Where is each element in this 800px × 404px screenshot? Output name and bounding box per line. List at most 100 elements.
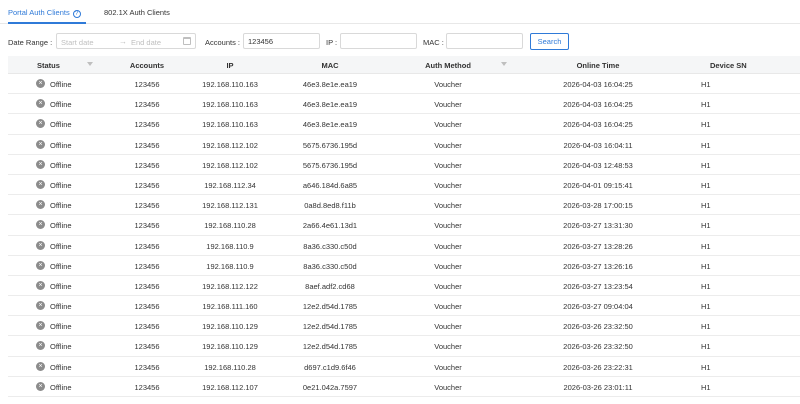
cell-online-time: 2026-04-03 16:04:25 [563, 80, 633, 89]
offline-x-icon: × [36, 79, 45, 88]
status-filter-icon[interactable] [87, 62, 93, 66]
table-row[interactable]: × Offline 123456 192.168.112.131 0a8d.8ed8.f… [8, 195, 800, 216]
cell-online-time: 2026-03-27 09:04:04 [563, 302, 633, 312]
search-button[interactable]: Search [530, 33, 569, 50]
cell-auth-method: Voucher [434, 140, 462, 150]
cell-online-time: 2026-03-26 23:32:50 [563, 342, 633, 352]
cell-online-time: 2026-03-27 13:31:30 [563, 221, 633, 231]
cell-device-sn: H1 [701, 120, 711, 130]
cell-ip: 192.168.112.107 [202, 382, 258, 392]
ip-label: IP : [326, 38, 338, 47]
cell-status: Offline [50, 201, 72, 211]
table-row[interactable]: × Offline 123456 192.168.110.9 8a36.c330.c50… [8, 236, 800, 256]
header-online-time: Online Time [576, 61, 620, 70]
offline-x-icon: × [36, 200, 45, 210]
table-row[interactable]: × Offline 123456 192.168.112.122 8aef.adf2.c… [8, 276, 800, 297]
header-mac: MAC [321, 61, 339, 70]
table-row[interactable]: × Offline 123456 192.168.112.107 0e21.042a.7… [8, 377, 800, 397]
table-row[interactable]: × Offline 123456 192.168.110.9 8a36.c330.c50… [8, 256, 800, 276]
table-row[interactable]: × Offline 123456 192.168.112.102 5675.6736.1… [8, 155, 800, 175]
cell-ip: 192.168.111.160 [202, 302, 258, 312]
cell-mac: 12e2.d54d.1785 [302, 322, 358, 332]
cell-ip: 192.168.110.163 [202, 100, 258, 110]
cell-online-time: 2026-04-03 16:04:25 [563, 120, 633, 130]
cell-auth-method: Voucher [434, 302, 462, 312]
cell-device-sn: H1 [701, 302, 711, 312]
tab-8021x-auth-clients[interactable]: 802.1X Auth Clients [104, 8, 170, 17]
active-tab-indicator [8, 22, 86, 24]
offline-x-icon: × [36, 99, 45, 109]
cell-online-time: 2026-03-27 13:23:54 [563, 281, 633, 291]
cell-ip: 192.168.112.102 [202, 140, 258, 150]
table-row[interactable]: × Offline 123456 192.168.110.129 12e2.d54d.1… [8, 336, 800, 357]
table-row[interactable]: × Offline 123456 192.168.110.129 12e2.d54d.1… [8, 316, 800, 337]
cell-mac: 0a8d.8ed8.f11b [304, 201, 356, 211]
header-device-sn: Device SN [710, 61, 747, 70]
cell-device-sn: H1 [701, 281, 711, 291]
cell-accounts: 123456 [134, 100, 160, 110]
cell-accounts: 123456 [134, 382, 160, 392]
cell-status: Offline [50, 281, 72, 291]
cell-status: Offline [50, 362, 72, 372]
cell-auth-method: Voucher [434, 362, 462, 372]
start-date-placeholder: Start date [61, 38, 94, 47]
header-ip: IP [226, 61, 234, 70]
offline-x-icon: × [36, 139, 45, 149]
cell-ip: 192.168.110.9 [206, 261, 254, 271]
cell-ip: 192.168.110.28 [204, 362, 256, 372]
help-circle-icon[interactable]: ? [72, 10, 81, 18]
cell-auth-method: Voucher [434, 261, 462, 271]
cell-online-time: 2026-03-26 23:32:50 [563, 322, 633, 332]
ip-input[interactable] [340, 33, 417, 49]
cell-online-time: 2026-04-03 16:04:25 [563, 100, 633, 110]
table-row[interactable]: × Offline 123456 192.168.112.102 5675.6736.1… [8, 135, 800, 155]
cell-auth-method: Voucher [434, 180, 462, 190]
cell-mac: 12e2.d54d.1785 [302, 302, 358, 312]
cell-online-time: 2026-04-01 09:15:41 [563, 180, 633, 190]
cell-accounts: 123456 [134, 241, 160, 251]
tab-label: Portal Auth Clients [8, 8, 70, 17]
header-accounts: Accounts [129, 61, 165, 70]
cell-auth-method: Voucher [434, 221, 462, 231]
table-row[interactable]: × Offline 123456 192.168.112.34 a646.184d.6a… [8, 175, 800, 196]
cell-auth-method: Voucher [434, 120, 462, 130]
cell-online-time: 2026-04-03 16:04:11 [563, 140, 633, 150]
cell-mac: 5675.6736.195d [302, 140, 358, 150]
table-row[interactable]: × Offline 123456 192.168.110.163 46e3.8e1e.e… [8, 94, 800, 115]
table-row[interactable]: × Offline 123456 192.168.110.163 46e3.8e1e.e… [8, 114, 800, 135]
table-row[interactable]: × Offline 123456 192.168.110.28 d697.c1d9.6f… [8, 357, 800, 377]
date-range-picker[interactable]: Start date → End date [56, 33, 196, 49]
cell-mac: 46e3.8e1e.ea19 [302, 100, 358, 110]
table-row[interactable]: × Offline 123456 192.168.110.28 2a66.4e61.13… [8, 215, 800, 236]
tab-portal-auth-clients[interactable]: Portal Auth Clients? [8, 8, 81, 18]
cell-ip: 192.168.110.129 [202, 322, 258, 332]
table-row[interactable]: × Offline 123456 192.168.111.160 12e2.d54d.1… [8, 296, 800, 317]
cell-mac: 46e3.8e1e.ea19 [302, 120, 358, 130]
cell-mac: 8a36.c330.c50d [303, 241, 357, 251]
calendar-icon[interactable] [183, 37, 191, 45]
offline-x-icon: × [36, 240, 45, 250]
cell-mac: 2a66.4e61.13d1 [302, 221, 358, 231]
cell-status: Offline [50, 342, 72, 352]
cell-ip: 192.168.110.129 [202, 342, 258, 352]
header-status: Status [37, 61, 60, 70]
auth-method-filter-icon[interactable] [501, 62, 507, 66]
offline-x-icon: × [36, 301, 45, 311]
cell-accounts: 123456 [134, 261, 160, 271]
cell-status: Offline [50, 382, 72, 392]
table-header: Status Accounts IP MAC Auth Method Onlin… [8, 56, 800, 74]
cell-auth-method: Voucher [434, 80, 462, 89]
cell-status: Offline [50, 241, 72, 251]
cell-ip: 192.168.112.34 [204, 180, 256, 190]
offline-x-icon: × [36, 321, 45, 331]
range-arrow-icon: → [119, 37, 127, 46]
cell-auth-method: Voucher [434, 201, 462, 211]
cell-auth-method: Voucher [434, 241, 462, 251]
mac-input[interactable] [446, 33, 523, 49]
accounts-input[interactable] [243, 33, 320, 49]
cell-status: Offline [50, 100, 72, 110]
cell-accounts: 123456 [134, 180, 160, 190]
table-row[interactable]: × Offline 123456 192.168.110.163 46e3.8e1e.e… [8, 74, 800, 95]
cell-ip: 192.168.112.102 [202, 160, 258, 170]
cell-accounts: 123456 [134, 201, 160, 211]
